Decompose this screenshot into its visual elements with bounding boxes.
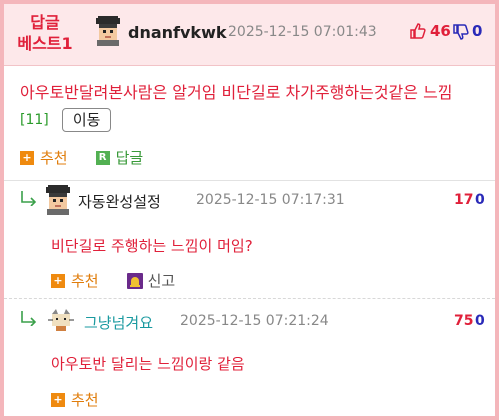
reply-upvote-count: 17 xyxy=(454,192,474,208)
plus-icon: + xyxy=(20,150,34,165)
recommend-button[interactable]: + 추천 xyxy=(51,270,99,291)
report-siren-icon xyxy=(126,272,143,289)
reply-arrow-icon xyxy=(21,191,37,206)
report-label: 신고 xyxy=(147,272,176,290)
post-timestamp: 2025-12-15 07:01:43 xyxy=(228,24,377,40)
thumbs-up-icon[interactable] xyxy=(410,23,426,39)
thumbs-down-icon[interactable] xyxy=(453,24,469,40)
best-reply-actions: + 추천 R 답글 xyxy=(20,147,143,168)
plus-icon: + xyxy=(51,392,65,407)
reply-timestamp: 2025-12-15 07:21:24 xyxy=(180,313,329,329)
recommend-button[interactable]: + 추천 xyxy=(20,147,68,168)
reply-r-icon: R xyxy=(95,150,110,165)
best-reply-badge: 답글 베스트1 xyxy=(16,12,74,54)
best-reply-card: 답글 베스트1 dnanfvkwk 2025-12-15 07:01:43 46… xyxy=(0,0,499,420)
reply-author-name[interactable]: 그냥넘겨요 xyxy=(84,312,153,333)
recommend-label: 추천 xyxy=(40,149,68,167)
author-avatar-icon[interactable] xyxy=(93,16,123,46)
reply-author-name[interactable]: 자동완성설정 xyxy=(78,191,161,212)
reply-downvote-count: 0 xyxy=(475,192,485,208)
badge-line-2: 베스트1 xyxy=(17,34,73,53)
reply-author-avatar-icon[interactable] xyxy=(48,306,74,332)
move-button[interactable]: 이동 xyxy=(61,107,112,132)
author-name[interactable]: dnanfvkwk xyxy=(128,23,226,42)
best-reply-text: 아우토반달려본사람은 알거임 비단길로 차가주행하는것같은 느낌 xyxy=(20,83,453,102)
reply-divider xyxy=(4,298,495,299)
reply-button[interactable]: R 답글 xyxy=(95,147,144,168)
report-button[interactable]: 신고 xyxy=(126,270,176,291)
recommend-label: 추천 xyxy=(71,272,99,290)
reply-timestamp: 2025-12-15 07:17:31 xyxy=(196,192,345,208)
reply-author-avatar-icon[interactable] xyxy=(43,185,73,215)
reply-actions: + 추천 신고 xyxy=(51,270,175,291)
recommend-label: 추천 xyxy=(71,391,99,409)
reply-count: [11] xyxy=(20,112,49,128)
best-reply-content: 아우토반달려본사람은 알거임 비단길로 차가주행하는것같은 느낌 [11] 이동 xyxy=(20,80,485,133)
best-reply-header: 답글 베스트1 dnanfvkwk 2025-12-15 07:01:43 46… xyxy=(4,4,495,66)
section-divider xyxy=(4,180,495,181)
plus-icon: + xyxy=(51,273,65,288)
reply-arrow-icon xyxy=(21,311,37,326)
reply-downvote-count: 0 xyxy=(475,313,485,329)
reply-upvote-count: 75 xyxy=(454,313,474,329)
reply-actions: + 추천 xyxy=(51,389,99,410)
upvote-count: 46 xyxy=(430,22,451,40)
recommend-button[interactable]: + 추천 xyxy=(51,389,99,410)
reply-label: 답글 xyxy=(115,149,144,167)
reply-content: 비단길로 주행하는 느낌이 머임? xyxy=(51,237,253,255)
badge-line-1: 답글 xyxy=(30,13,60,32)
reply-content: 아우토반 달리는 느낌이랑 같음 xyxy=(51,355,245,373)
downvote-count: 0 xyxy=(472,22,483,40)
